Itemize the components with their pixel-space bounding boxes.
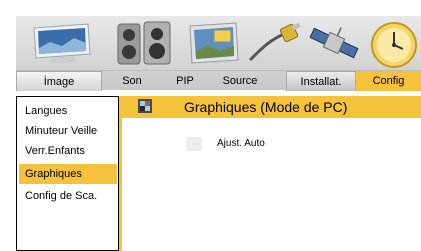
speakers-icon[interactable] <box>112 18 176 68</box>
sidebar-divider <box>119 96 122 251</box>
option-label: Ajust. Auto <box>217 138 265 149</box>
page-title: Graphiques (Mode de PC) <box>184 99 348 115</box>
menu-tabs: İmage Son PIP Source Installat. Config <box>16 70 421 91</box>
graphics-icon <box>138 99 152 113</box>
tab-source[interactable]: Source <box>212 71 268 91</box>
tab-image[interactable]: İmage <box>16 71 102 91</box>
auto-adjust-icon <box>186 137 202 151</box>
tab-installation[interactable]: Installat. <box>286 71 356 91</box>
monitor-icon[interactable] <box>30 18 94 68</box>
tab-pip[interactable]: PIP <box>168 71 202 91</box>
satellite-icon[interactable] <box>306 18 362 68</box>
sidebar-item-langues[interactable]: Langues <box>19 101 117 121</box>
tab-config[interactable]: Config <box>356 71 421 91</box>
tab-son[interactable]: Son <box>112 71 152 91</box>
sidebar-item-config-de-sca[interactable]: Config de Sca. <box>19 186 117 206</box>
sidebar-item-minuteur-veille[interactable]: Minuteur Veille <box>19 121 117 141</box>
clock-icon[interactable] <box>366 18 421 68</box>
main-header: Graphiques (Mode de PC) <box>122 96 421 118</box>
sidebar-item-graphiques[interactable]: Graphiques <box>19 164 117 184</box>
source-cable-icon[interactable] <box>244 18 304 68</box>
sidebar-item-verr-enfants[interactable]: Verr.Enfants <box>19 141 117 161</box>
pip-icon[interactable] <box>186 18 242 68</box>
sidebar-menu: Langues Minuteur Veille Verr.Enfants Gra… <box>16 96 119 251</box>
top-menu-bar: İmage Son PIP Source Installat. Config <box>16 16 421 91</box>
